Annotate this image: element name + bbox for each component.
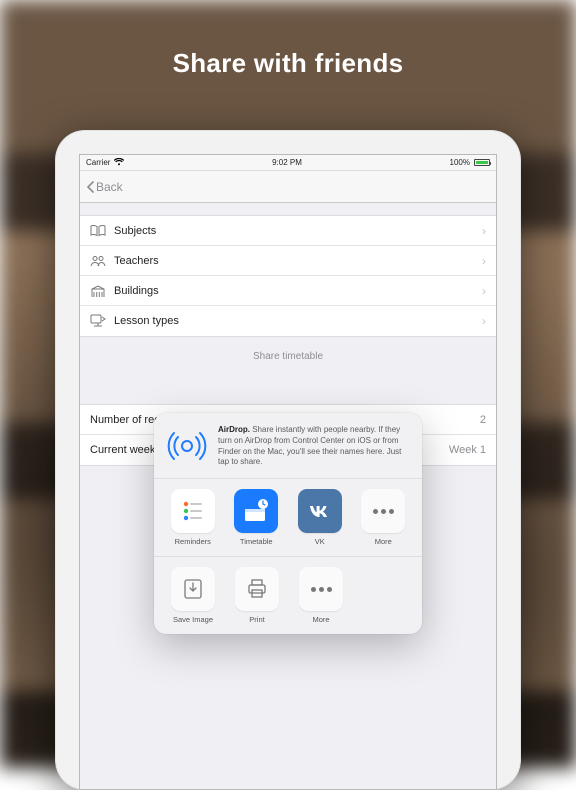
tile-label: VK (315, 537, 325, 546)
reminders-icon (171, 489, 215, 533)
back-button[interactable]: Back (86, 180, 123, 194)
people-icon (90, 253, 106, 269)
chevron-right-icon: › (482, 224, 486, 238)
menu-label: Teachers (114, 255, 159, 267)
share-apps-row: Reminders Timetable (154, 479, 422, 557)
wifi-icon (114, 158, 124, 168)
lesson-icon (90, 313, 106, 329)
tile-label: More (312, 615, 329, 624)
chevron-right-icon: › (482, 254, 486, 268)
menu-subjects[interactable]: Subjects › (80, 216, 496, 246)
tile-label: Timetable (240, 537, 273, 546)
screen: Carrier 9:02 PM 100% Back (79, 154, 497, 790)
recurring-value: 2 (480, 414, 486, 426)
action-save-image[interactable]: Save Image (164, 567, 222, 624)
share-header: Share timetable (80, 337, 496, 368)
share-vk[interactable]: VK (291, 489, 349, 546)
content: Subjects › Teachers › Buildings (80, 203, 496, 789)
menu-buildings[interactable]: Buildings › (80, 276, 496, 306)
back-label: Back (96, 180, 123, 194)
clock: 9:02 PM (272, 158, 302, 167)
more-icon (299, 567, 343, 611)
timetable-icon (234, 489, 278, 533)
tile-label: Reminders (175, 537, 211, 546)
airdrop-text: AirDrop. Share instantly with people nea… (218, 425, 410, 468)
battery-icon (474, 159, 490, 166)
battery-percent: 100% (450, 158, 470, 167)
menu-label: Subjects (114, 225, 156, 237)
print-icon (235, 567, 279, 611)
chevron-right-icon: › (482, 284, 486, 298)
nav-bar: Back (80, 171, 496, 203)
share-actions-row: Save Image Print More (154, 557, 422, 634)
tile-label: More (375, 537, 392, 546)
chevron-right-icon: › (482, 314, 486, 328)
action-more[interactable]: More (292, 567, 350, 624)
share-more-apps[interactable]: More (355, 489, 413, 546)
share-reminders[interactable]: Reminders (164, 489, 222, 546)
menu-label: Lesson types (114, 315, 179, 327)
save-image-icon (171, 567, 215, 611)
menu-teachers[interactable]: Teachers › (80, 246, 496, 276)
vk-icon (298, 489, 342, 533)
building-icon (90, 283, 106, 299)
more-icon (361, 489, 405, 533)
menu-lesson-types[interactable]: Lesson types › (80, 306, 496, 336)
menu-label: Buildings (114, 285, 159, 297)
ipad-frame: Carrier 9:02 PM 100% Back (55, 130, 521, 790)
hero-title: Share with friends (0, 48, 576, 79)
status-bar: Carrier 9:02 PM 100% (80, 155, 496, 171)
share-sheet: AirDrop. Share instantly with people nea… (154, 413, 422, 634)
airdrop-icon (166, 425, 208, 467)
tile-label: Print (249, 615, 264, 624)
current-week-label: Current week (90, 444, 155, 456)
carrier-label: Carrier (86, 158, 110, 167)
menu-group: Subjects › Teachers › Buildings (80, 215, 496, 337)
airdrop-section[interactable]: AirDrop. Share instantly with people nea… (154, 413, 422, 479)
tile-label: Save Image (173, 615, 213, 624)
share-timetable[interactable]: Timetable (228, 489, 286, 546)
book-icon (90, 223, 106, 239)
action-print[interactable]: Print (228, 567, 286, 624)
chevron-left-icon (86, 181, 94, 193)
current-week-value: Week 1 (449, 444, 486, 456)
